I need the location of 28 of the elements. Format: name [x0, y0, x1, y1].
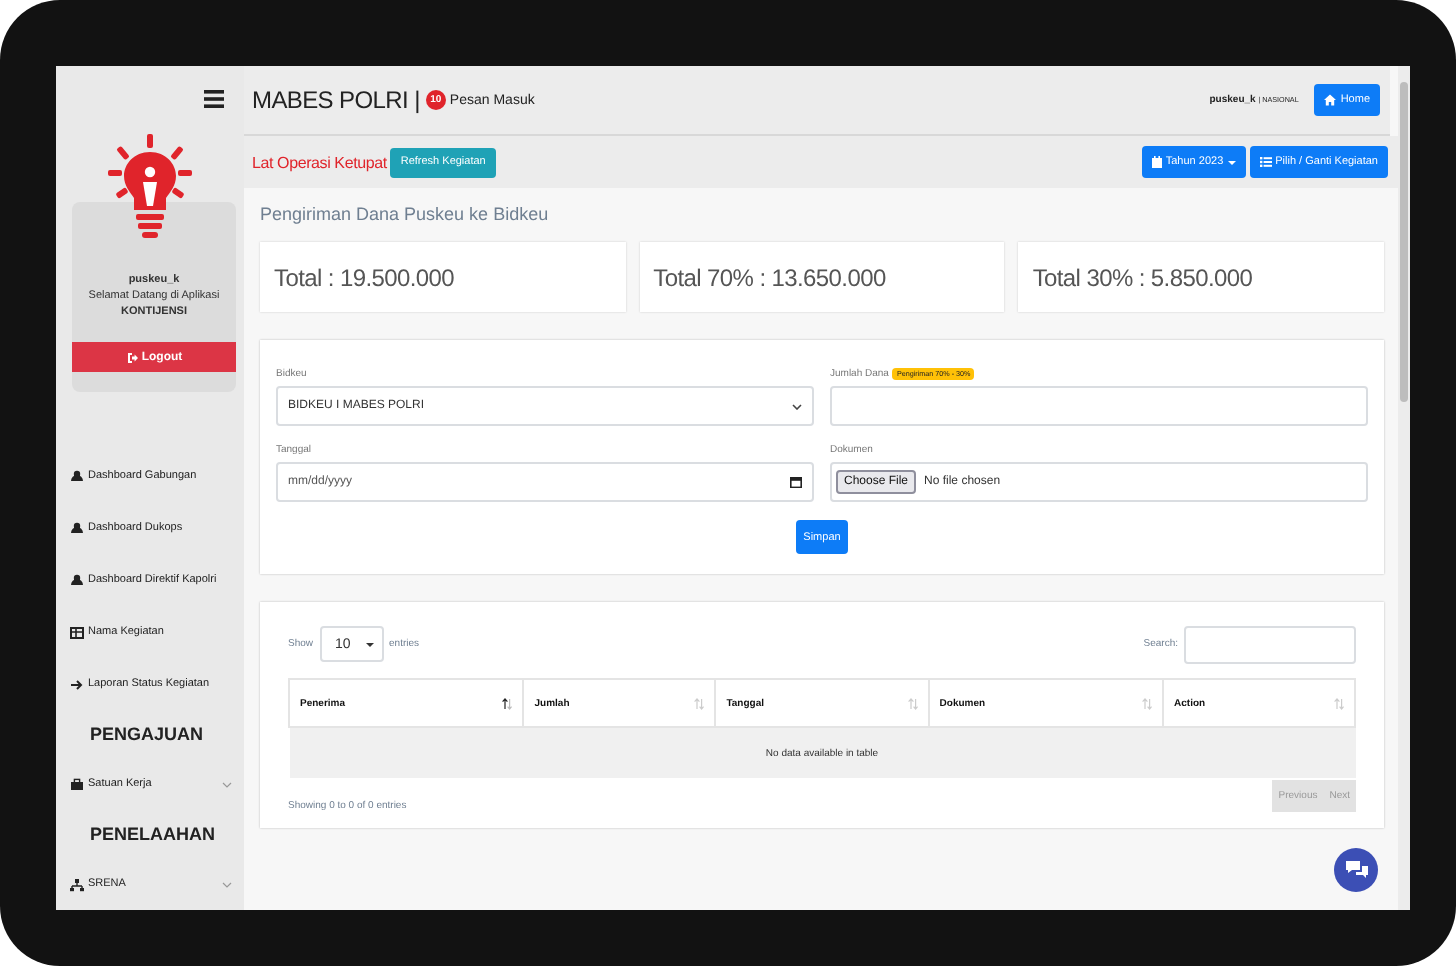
activity-name: Lat Operasi Ketupat	[252, 153, 387, 171]
section-heading: PENELAAHAN	[88, 822, 218, 848]
lightbulb-logo	[104, 134, 196, 238]
search-field[interactable]	[1184, 625, 1356, 663]
logout-icon	[125, 351, 138, 363]
caret-icon	[365, 641, 374, 647]
total-card: Total 30% : 5.850.000	[1018, 242, 1384, 312]
chevron-icon	[222, 781, 232, 787]
list-icon	[1259, 156, 1272, 168]
caret-icon	[1227, 159, 1236, 165]
chat-button[interactable]	[1334, 848, 1378, 892]
page-title: Pengiriman Dana Puskeu ke Bidkeu	[260, 202, 551, 228]
calendar-icon	[790, 476, 802, 488]
briefcase-icon	[70, 777, 84, 791]
chevron-icon	[222, 881, 232, 887]
input-field[interactable]	[830, 386, 1368, 426]
section-heading: PENGAJUAN	[88, 722, 206, 748]
arrow-icon	[70, 677, 84, 691]
calendar-icon	[1151, 156, 1162, 168]
sitemap-icon	[70, 877, 84, 891]
total-card: Total 70% : 13.650.000	[639, 242, 1005, 312]
menu-icon	[204, 89, 224, 107]
app-title: MABES POLRI |	[252, 86, 420, 114]
chat-icon	[1345, 860, 1367, 880]
total-card: Total : 19.500.000	[260, 242, 626, 312]
chevron-icon	[792, 403, 802, 409]
table-icon	[70, 625, 84, 639]
home-icon	[1324, 94, 1337, 106]
